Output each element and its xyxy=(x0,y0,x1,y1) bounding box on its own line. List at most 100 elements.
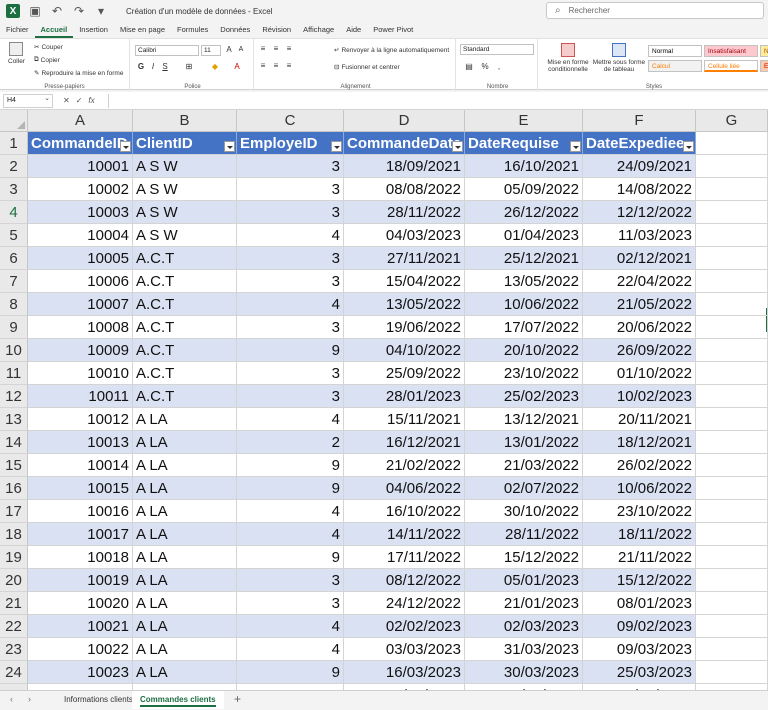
table-cell[interactable]: 25/02/2023 xyxy=(465,385,583,408)
table-cell[interactable]: 4 xyxy=(237,293,344,316)
table-cell[interactable]: A LA xyxy=(133,523,237,546)
row-header[interactable]: 13 xyxy=(0,408,28,431)
row-header[interactable]: 12 xyxy=(0,385,28,408)
table-cell[interactable]: A LA xyxy=(133,477,237,500)
table-cell[interactable]: 22/04/2022 xyxy=(583,270,696,293)
table-cell[interactable]: 10015 xyxy=(28,477,133,500)
filter-dropdown-icon[interactable] xyxy=(120,141,131,152)
row-header[interactable]: 17 xyxy=(0,500,28,523)
table-cell[interactable]: A.C.T xyxy=(133,316,237,339)
table-cell[interactable]: 20/10/2022 xyxy=(465,339,583,362)
cancel-icon[interactable]: ✕ xyxy=(63,96,70,105)
italic-icon[interactable]: I xyxy=(148,62,158,71)
row-header[interactable]: 3 xyxy=(0,178,28,201)
table-cell[interactable]: A.C.T xyxy=(133,339,237,362)
font-color-icon[interactable]: A xyxy=(232,62,242,71)
table-cell[interactable]: A.C.T xyxy=(133,247,237,270)
table-cell[interactable]: 21/02/2022 xyxy=(344,454,465,477)
empty-cell[interactable] xyxy=(696,592,768,615)
table-cell[interactable]: 25/12/2021 xyxy=(465,247,583,270)
table-cell[interactable]: A.C.T xyxy=(133,293,237,316)
column-header-G[interactable]: G xyxy=(696,110,768,132)
table-cell[interactable]: A.C.T xyxy=(133,270,237,293)
table-cell[interactable]: 3 xyxy=(237,362,344,385)
table-cell[interactable]: A LA xyxy=(133,431,237,454)
table-cell[interactable]: 3 xyxy=(237,247,344,270)
insert-function-icon[interactable]: fx xyxy=(88,96,94,105)
table-cell[interactable]: 18/12/2021 xyxy=(583,431,696,454)
empty-cell[interactable] xyxy=(696,316,768,339)
ribbon-tab-6[interactable]: Révision xyxy=(256,22,297,38)
conditional-format-button[interactable]: Mise en forme conditionnelle xyxy=(544,43,592,73)
empty-cell[interactable] xyxy=(696,270,768,293)
table-cell[interactable]: 10012 xyxy=(28,408,133,431)
style-normal[interactable]: Normal xyxy=(648,45,702,57)
column-header-B[interactable]: B xyxy=(133,110,237,132)
row-header[interactable]: 16 xyxy=(0,477,28,500)
row-header[interactable]: 1 xyxy=(0,132,28,155)
row-header[interactable]: 6 xyxy=(0,247,28,270)
table-cell[interactable]: 10010 xyxy=(28,362,133,385)
row-header[interactable]: 2 xyxy=(0,155,28,178)
table-cell[interactable]: 08/12/2022 xyxy=(344,569,465,592)
filter-dropdown-icon[interactable] xyxy=(331,141,342,152)
empty-cell[interactable] xyxy=(696,523,768,546)
font-name-select[interactable]: Calibri xyxy=(135,45,199,56)
table-header-cell[interactable]: DateRequise xyxy=(465,132,583,155)
table-cell[interactable]: 15/11/2021 xyxy=(344,408,465,431)
table-cell[interactable]: 13/01/2022 xyxy=(465,431,583,454)
merge-center-button[interactable]: ⊟ Fusionner et centrer xyxy=(334,63,400,72)
table-cell[interactable]: 4 xyxy=(237,224,344,247)
fill-color-icon[interactable]: ◆ xyxy=(210,62,220,71)
table-cell[interactable]: 21/03/2022 xyxy=(465,454,583,477)
table-cell[interactable]: 18/09/2021 xyxy=(344,155,465,178)
table-cell[interactable]: A LA xyxy=(133,454,237,477)
table-cell[interactable]: 10/06/2022 xyxy=(465,293,583,316)
row-header[interactable]: 7 xyxy=(0,270,28,293)
table-cell[interactable]: 4 xyxy=(237,615,344,638)
table-cell[interactable]: 3 xyxy=(237,569,344,592)
table-cell[interactable]: A LA xyxy=(133,638,237,661)
table-header-cell[interactable]: CommandeDate xyxy=(344,132,465,155)
customize-toolbar-icon[interactable]: ▾ xyxy=(94,4,108,18)
ribbon-tab-4[interactable]: Formules xyxy=(171,22,214,38)
table-cell[interactable]: 02/02/2023 xyxy=(344,615,465,638)
table-cell[interactable]: 08/08/2022 xyxy=(344,178,465,201)
table-cell[interactable]: A S W xyxy=(133,155,237,178)
style-bad[interactable]: Insatisfaisant xyxy=(704,45,758,57)
table-cell[interactable]: 9 xyxy=(237,454,344,477)
table-cell[interactable]: 13/05/2022 xyxy=(344,293,465,316)
empty-cell[interactable] xyxy=(696,293,768,316)
table-cell[interactable]: 20/06/2022 xyxy=(583,316,696,339)
align-middle-icon[interactable]: ≡ xyxy=(271,44,281,53)
table-cell[interactable]: 3 xyxy=(237,178,344,201)
percent-icon[interactable]: % xyxy=(480,62,490,71)
table-cell[interactable]: 16/10/2021 xyxy=(465,155,583,178)
table-cell[interactable]: 10016 xyxy=(28,500,133,523)
row-header[interactable]: 9 xyxy=(0,316,28,339)
redo-icon[interactable]: ↷ xyxy=(72,4,86,18)
table-cell[interactable]: 4 xyxy=(237,500,344,523)
cut-button[interactable]: ✂ Couper xyxy=(34,43,63,52)
table-cell[interactable]: 20/11/2021 xyxy=(583,408,696,431)
table-cell[interactable]: 10002 xyxy=(28,178,133,201)
column-header-F[interactable]: F xyxy=(583,110,696,132)
table-cell[interactable]: 10019 xyxy=(28,569,133,592)
table-cell[interactable]: 30/03/2023 xyxy=(465,661,583,684)
table-cell[interactable]: A LA xyxy=(133,500,237,523)
table-cell[interactable]: 10021 xyxy=(28,615,133,638)
ribbon-tab-7[interactable]: Affichage xyxy=(297,22,340,38)
table-cell[interactable]: 16/10/2022 xyxy=(344,500,465,523)
increase-font-icon[interactable]: A xyxy=(224,45,234,54)
filter-dropdown-icon[interactable] xyxy=(224,141,235,152)
accounting-icon[interactable]: ▤ xyxy=(464,62,474,71)
ribbon-tab-0[interactable]: Fichier xyxy=(0,22,35,38)
table-cell[interactable]: 15/04/2022 xyxy=(344,270,465,293)
table-cell[interactable]: 18/11/2022 xyxy=(583,523,696,546)
table-cell[interactable]: A.C.T xyxy=(133,385,237,408)
column-header-D[interactable]: D xyxy=(344,110,465,132)
table-cell[interactable]: A LA xyxy=(133,569,237,592)
table-cell[interactable]: 17/11/2022 xyxy=(344,546,465,569)
table-cell[interactable]: 23/10/2022 xyxy=(465,362,583,385)
table-cell[interactable]: 14/08/2022 xyxy=(583,178,696,201)
